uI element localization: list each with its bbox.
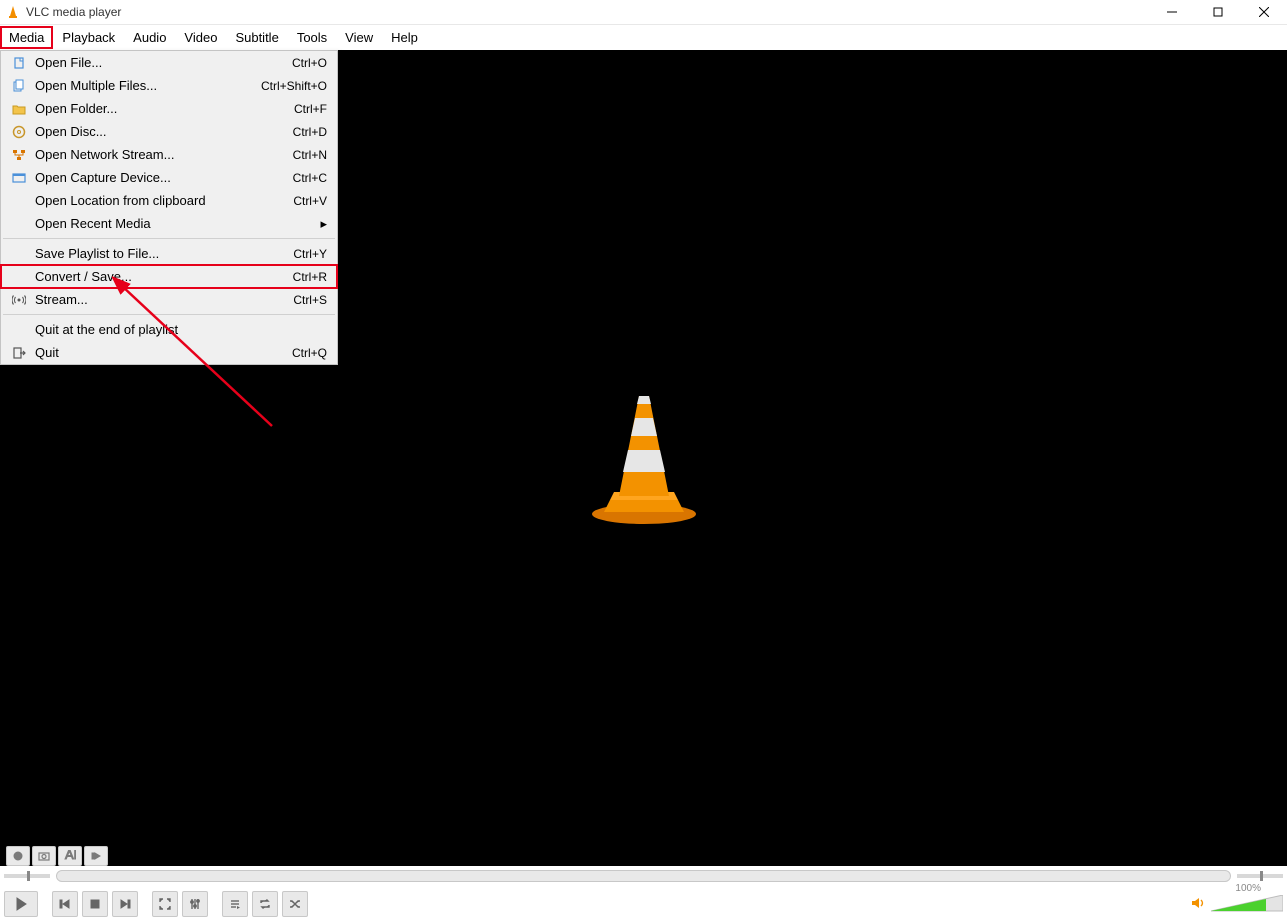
menuitem-label: Open Folder...	[29, 101, 294, 116]
volume-percent: 100%	[1235, 883, 1261, 894]
extra-controls: AB	[6, 846, 108, 866]
shuffle-button[interactable]	[282, 891, 308, 917]
frame-step-button[interactable]	[84, 846, 108, 866]
stream-icon	[9, 293, 29, 307]
menuitem-open-file[interactable]: Open File...Ctrl+O	[1, 51, 337, 74]
menuitem-quit-at-the-end-of-playlist[interactable]: Quit at the end of playlist	[1, 318, 337, 341]
menuitem-shortcut: Ctrl+S	[293, 293, 327, 307]
menu-view[interactable]: View	[336, 26, 382, 49]
menuitem-label: Convert / Save...	[29, 269, 293, 284]
play-button[interactable]	[4, 891, 38, 917]
menuitem-label: Open Disc...	[29, 124, 293, 139]
menuitem-save-playlist-to-file[interactable]: Save Playlist to File...Ctrl+Y	[1, 242, 337, 265]
menuitem-stream[interactable]: Stream...Ctrl+S	[1, 288, 337, 311]
menuitem-shortcut: Ctrl+V	[293, 194, 327, 208]
capture-icon	[9, 171, 29, 185]
menuitem-shortcut: Ctrl+N	[293, 148, 327, 162]
menuitem-open-recent-media[interactable]: Open Recent Media ▸	[1, 212, 337, 235]
menuitem-open-folder[interactable]: Open Folder...Ctrl+F	[1, 97, 337, 120]
menuitem-label: Quit at the end of playlist	[29, 322, 327, 337]
snapshot-button[interactable]	[32, 846, 56, 866]
stop-button[interactable]	[82, 891, 108, 917]
menuitem-open-capture-device[interactable]: Open Capture Device...Ctrl+C	[1, 166, 337, 189]
window-title: VLC media player	[26, 5, 1149, 19]
fullscreen-button[interactable]	[152, 891, 178, 917]
menuitem-label: Stream...	[29, 292, 293, 307]
menuitem-open-disc[interactable]: Open Disc...Ctrl+D	[1, 120, 337, 143]
media-menu-dropdown: Open File...Ctrl+OOpen Multiple Files...…	[0, 50, 338, 365]
menuitem-open-location-from-clipboard[interactable]: Open Location from clipboardCtrl+V	[1, 189, 337, 212]
seek-bar[interactable]	[56, 870, 1231, 882]
ext-settings-button[interactable]	[182, 891, 208, 917]
menuitem-label: Open Multiple Files...	[29, 78, 261, 93]
menuitem-shortcut: Ctrl+D	[293, 125, 327, 139]
loop-button[interactable]	[252, 891, 278, 917]
menuitem-shortcut: Ctrl+Y	[293, 247, 327, 261]
network-icon	[9, 148, 29, 162]
menu-playback[interactable]: Playback	[53, 26, 124, 49]
volume-slider[interactable]	[1211, 895, 1283, 913]
seek-row	[4, 868, 1283, 884]
menuitem-shortcut: Ctrl+C	[293, 171, 327, 185]
menuitem-label: Open Location from clipboard	[29, 193, 293, 208]
playback-controls: 100%	[4, 888, 1283, 920]
menuitem-label: Open File...	[29, 55, 292, 70]
menu-tools[interactable]: Tools	[288, 26, 336, 49]
titlebar: VLC media player	[0, 0, 1287, 24]
menuitem-label: Open Network Stream...	[29, 147, 293, 162]
svg-text:AB: AB	[65, 850, 76, 862]
minimize-button[interactable]	[1149, 0, 1195, 24]
menu-media[interactable]: Media	[0, 26, 53, 49]
playlist-button[interactable]	[222, 891, 248, 917]
menuitem-convert-save[interactable]: Convert / Save...Ctrl+R	[1, 265, 337, 288]
menuitem-label: Open Recent Media	[29, 216, 312, 231]
menuitem-quit[interactable]: QuitCtrl+Q	[1, 341, 337, 364]
menuitem-shortcut: Ctrl+Shift+O	[261, 79, 327, 93]
menuitem-shortcut: Ctrl+O	[292, 56, 327, 70]
menuitem-label: Open Capture Device...	[29, 170, 293, 185]
right-slider[interactable]	[1237, 874, 1283, 878]
disc-icon	[9, 125, 29, 139]
next-button[interactable]	[112, 891, 138, 917]
quit-icon	[9, 346, 29, 360]
menu-video[interactable]: Video	[175, 26, 226, 49]
folder-icon	[9, 102, 29, 116]
menuitem-label: Quit	[29, 345, 292, 360]
menu-subtitle[interactable]: Subtitle	[226, 26, 287, 49]
menubar: MediaPlaybackAudioVideoSubtitleToolsView…	[0, 24, 1287, 50]
file-icon	[9, 56, 29, 70]
speaker-icon[interactable]	[1191, 896, 1207, 913]
menuitem-shortcut: Ctrl+F	[294, 102, 327, 116]
volume-control: 100%	[1191, 895, 1283, 913]
menu-help[interactable]: Help	[382, 26, 427, 49]
files-icon	[9, 79, 29, 93]
menuitem-open-network-stream[interactable]: Open Network Stream...Ctrl+N	[1, 143, 337, 166]
prev-button[interactable]	[52, 891, 78, 917]
menuitem-label: Save Playlist to File...	[29, 246, 293, 261]
menuitem-shortcut: Ctrl+R	[293, 270, 327, 284]
app-icon	[6, 5, 20, 19]
menuitem-open-multiple-files[interactable]: Open Multiple Files...Ctrl+Shift+O	[1, 74, 337, 97]
menuitem-shortcut: Ctrl+Q	[292, 346, 327, 360]
record-button[interactable]	[6, 846, 30, 866]
submenu-arrow-icon: ▸	[320, 216, 327, 232]
window-buttons	[1149, 0, 1287, 24]
vlc-cone-icon	[579, 388, 709, 528]
speed-slider[interactable]	[4, 874, 50, 878]
maximize-button[interactable]	[1195, 0, 1241, 24]
atob-loop-button[interactable]: AB	[58, 846, 82, 866]
close-button[interactable]	[1241, 0, 1287, 24]
menu-audio[interactable]: Audio	[124, 26, 175, 49]
